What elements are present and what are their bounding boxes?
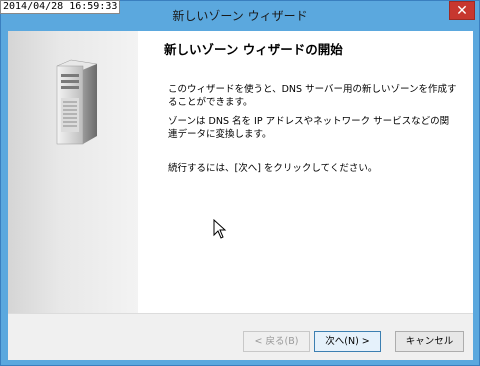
next-button[interactable]: 次へ(N) > (314, 331, 381, 352)
wizard-heading: 新しいゾーン ウィザードの開始 (164, 42, 343, 57)
continue-instruction: 続行するには、[次へ] をクリックしてください。 (168, 163, 378, 174)
timestamp-overlay: 2014/04/28 16:59:33 (0, 0, 121, 14)
description-paragraph: ゾーンは DNS 名を IP アドレスやネットワーク サービスなどの関連データに… (168, 116, 450, 140)
close-icon[interactable]: ✕ (449, 1, 475, 20)
back-button[interactable]: < 戻る(B) (243, 331, 310, 352)
wizard-footer: < 戻る(B) 次へ(N) > キャンセル (8, 313, 473, 360)
cancel-button[interactable]: キャンセル (395, 331, 464, 352)
wizard-body: 新しいゾーン ウィザードの開始 このウィザードを使うと、DNS サーバー用の新し… (8, 31, 473, 360)
server-icon (56, 59, 98, 145)
intro-paragraph: このウィザードを使うと、DNS サーバー用の新しいゾーンを作成することができます… (168, 84, 457, 108)
mouse-cursor-icon (213, 219, 227, 239)
wizard-window: 新しいゾーン ウィザード ✕ 新しいゾーン ウィザードの開始 このウィザードを使… (0, 0, 480, 366)
wizard-side-panel (8, 31, 138, 313)
